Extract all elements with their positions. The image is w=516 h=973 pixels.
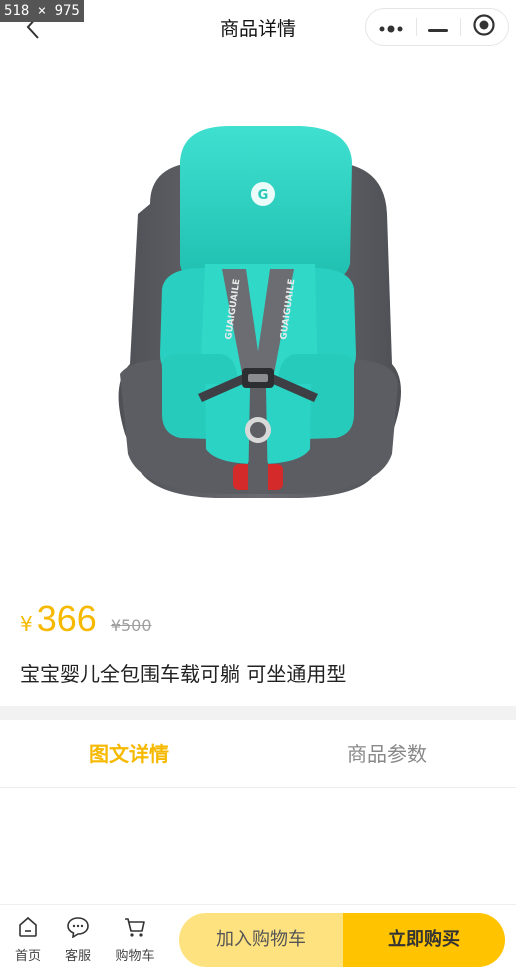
add-to-cart-button[interactable]: 加入购物车 [179,913,343,967]
nav-home-label: 首页 [14,949,41,964]
tab-product-params[interactable]: 商品参数 [258,720,516,788]
bottom-action-bar: 首页 客服 购物车 加入购物车 立即购买 [0,904,516,973]
price-row: ¥ 366 ¥500 [20,598,152,642]
cart-icon [123,916,147,942]
section-divider [0,706,516,720]
minimize-icon [428,18,448,37]
nav-service-label: 客服 [64,949,91,964]
more-dots-icon [378,18,404,37]
mini-program-capsule [365,8,509,46]
more-button[interactable] [366,9,416,45]
nav-home[interactable]: 首页 [3,916,53,964]
original-price: ¥500 [110,616,152,635]
product-title: 宝宝婴儿全包围车载可躺 可坐通用型 [20,662,347,686]
nav-cart-label: 购物车 [115,949,155,964]
chat-icon [66,916,90,942]
product-image[interactable]: G GUAIGUAILE GUAIGUAILE [0,54,516,584]
close-program-button[interactable] [460,9,508,45]
target-icon [472,13,496,41]
car-seat-image: G GUAIGUAILE GUAIGUAILE [118,126,402,498]
nav-cart[interactable]: 购物车 [110,917,160,964]
detail-tabs: 图文详情 商品参数 [0,720,516,788]
buy-now-button[interactable]: 立即购买 [343,913,505,967]
svg-text:G: G [258,188,269,203]
dimension-badge: 518 × 975 [0,0,84,22]
nav-customer-service[interactable]: 客服 [53,917,103,964]
tab-graphic-details[interactable]: 图文详情 [0,720,258,788]
home-icon [17,916,39,942]
minimize-button[interactable] [416,9,460,45]
price-currency: ¥ [20,612,33,636]
current-price: 366 [36,598,97,639]
